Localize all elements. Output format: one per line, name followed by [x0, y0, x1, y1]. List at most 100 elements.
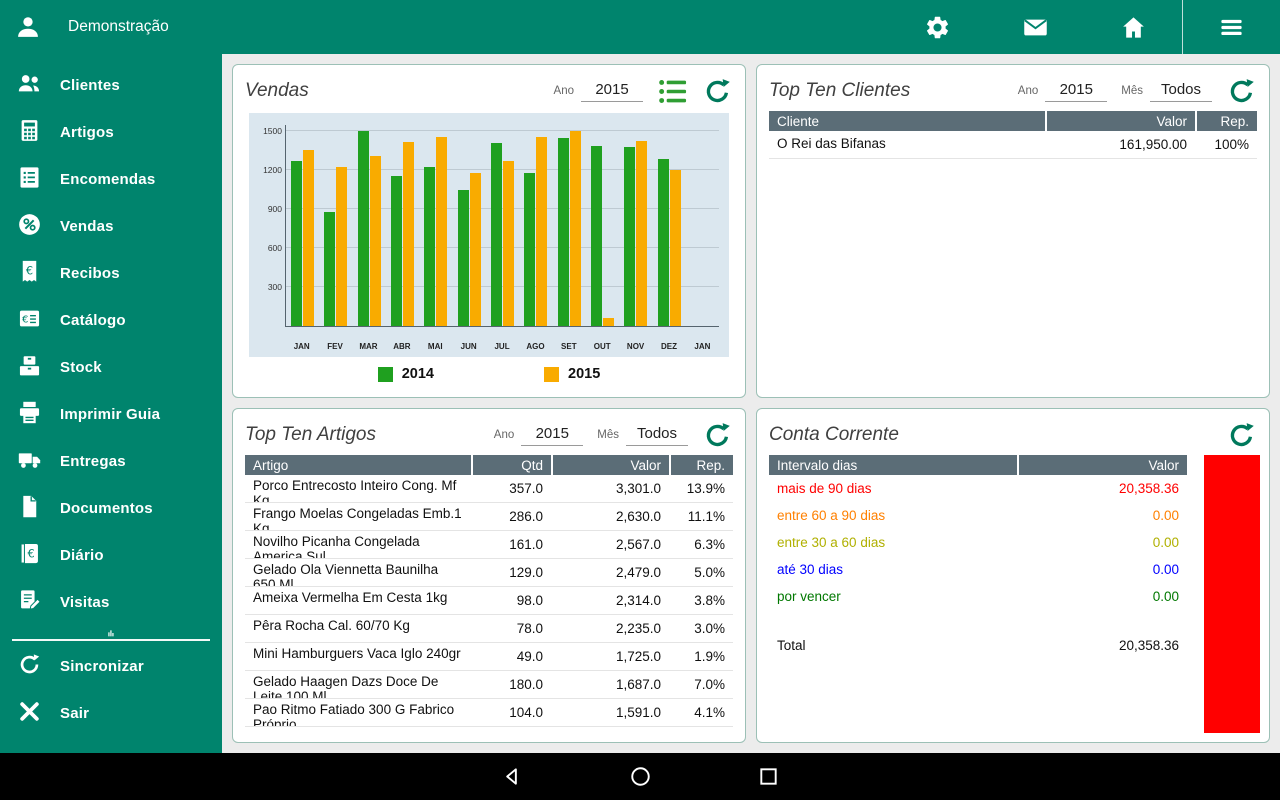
table-row[interactable]: Pêra Rocha Cal. 60/70 Kg78.02,235.03.0%	[245, 615, 733, 643]
app-title: Demonstração	[68, 18, 169, 36]
artigos-card-header: Top Ten Artigos Ano 2015 Mês Todos	[245, 415, 733, 455]
ano-label: Ano	[494, 429, 514, 441]
artigo-name-cell: Gelado Ola Viennetta Baunilha 650 Ml	[245, 559, 471, 587]
top-app-bar: Demonstração	[0, 0, 1280, 54]
home-icon[interactable]	[1084, 0, 1182, 54]
aging-total-row: Total 20,358.36	[769, 632, 1187, 653]
table-row[interactable]: Pao Ritmo Fatiado 300 G Fabrico Próprio1…	[245, 699, 733, 727]
sidebar-item-label: Catálogo	[60, 312, 126, 329]
refresh-icon[interactable]	[1226, 76, 1257, 107]
menu-icon[interactable]	[1182, 0, 1280, 54]
bar-2014	[524, 173, 535, 326]
calculator-icon	[16, 117, 43, 149]
table-row[interactable]: Frango Moelas Congeladas Emb.1 Kg286.02,…	[245, 503, 733, 531]
sidebar-item-diario[interactable]: €Diário	[0, 532, 222, 579]
bar-2014	[391, 176, 402, 326]
bar-2014	[291, 161, 302, 326]
legend-swatch	[378, 367, 393, 382]
qtd-cell: 286.0	[473, 503, 551, 531]
ano-select[interactable]: 2015	[581, 81, 643, 102]
bar-2015	[536, 137, 547, 326]
back-icon[interactable]	[448, 765, 576, 788]
sidebar-item-label: Imprimir Guia	[60, 406, 160, 423]
valor-cell: 161,950.00	[1047, 131, 1195, 158]
artigos-table-header: Artigo Qtd Valor Rep.	[245, 455, 733, 475]
valor-cell: 2,630.0	[553, 503, 669, 531]
x-axis-label: ABR	[385, 342, 418, 351]
document-icon	[16, 493, 43, 525]
sidebar-item-catalogo[interactable]: €Catálogo	[0, 297, 222, 344]
bar-group	[286, 125, 319, 326]
artigo-name-cell: Pêra Rocha Cal. 60/70 Kg	[245, 615, 471, 642]
android-nav-bar	[0, 753, 1280, 800]
table-row[interactable]: Ameixa Vermelha Em Cesta 1kg98.02,314.03…	[245, 587, 733, 615]
sidebar-divider-handle-icon	[12, 628, 210, 638]
refresh-icon[interactable]	[1226, 420, 1257, 451]
list-icon[interactable]	[657, 76, 688, 107]
mes-select[interactable]: Todos	[1150, 81, 1212, 102]
bar-2015	[503, 161, 514, 326]
refresh-icon[interactable]	[702, 420, 733, 451]
valor-cell: 3,301.0	[553, 475, 669, 503]
sidebar-item-sair[interactable]: Sair	[0, 690, 222, 737]
chart-plot-area: 30060090012001500	[285, 125, 719, 327]
qtd-cell: 180.0	[473, 671, 551, 699]
aging-row: por vencer0.00	[769, 583, 1187, 610]
artigos-table-body: Porco Entrecosto Inteiro Cong. Mf Kg357.…	[245, 475, 733, 727]
artigo-name-cell: Porco Entrecosto Inteiro Cong. Mf Kg	[245, 475, 471, 503]
user-icon[interactable]	[0, 0, 56, 54]
vendas-chart: 30060090012001500 JANFEVMARABRMAIJUNJULA…	[249, 113, 729, 357]
valor-cell: 1,725.0	[553, 643, 669, 670]
table-row[interactable]: Mini Hamburguers Vaca Iglo 240gr49.01,72…	[245, 643, 733, 671]
bar-group	[553, 125, 586, 326]
sidebar-item-entregas[interactable]: Entregas	[0, 438, 222, 485]
sidebar-item-recibos[interactable]: €Recibos	[0, 250, 222, 297]
sidebar-item-documentos[interactable]: Documentos	[0, 485, 222, 532]
aging-100pct-bar	[1204, 455, 1260, 733]
refresh-icon[interactable]	[702, 76, 733, 107]
bar-2014	[491, 143, 502, 326]
table-row[interactable]: Gelado Ola Viennetta Baunilha 650 Ml129.…	[245, 559, 733, 587]
sidebar-item-label: Entregas	[60, 453, 126, 470]
table-row[interactable]: Novilho Picanha Congelada America Sul161…	[245, 531, 733, 559]
bar-group	[586, 125, 619, 326]
ano-select[interactable]: 2015	[1045, 81, 1107, 102]
home-circle-icon[interactable]	[576, 765, 704, 788]
sidebar-item-sincronizar[interactable]: Sincronizar	[0, 643, 222, 690]
column-header: Qtd	[473, 455, 551, 475]
bar-2015	[670, 170, 681, 326]
cliente-name-cell: O Rei das Bifanas	[769, 131, 1045, 158]
sidebar-item-artigos[interactable]: Artigos	[0, 109, 222, 156]
ano-select[interactable]: 2015	[521, 425, 583, 446]
rep-cell: 1.9%	[671, 643, 733, 670]
sidebar-item-vendas[interactable]: Vendas	[0, 203, 222, 250]
sidebar-item-label: Documentos	[60, 500, 153, 517]
mail-icon[interactable]	[986, 0, 1084, 54]
sidebar-item-label: Artigos	[60, 124, 114, 141]
sidebar-item-encomendas[interactable]: Encomendas	[0, 156, 222, 203]
svg-text:€: €	[27, 547, 34, 560]
bar-2014	[591, 146, 602, 326]
aging-valor-cell: 0.00	[1019, 556, 1187, 583]
mes-select[interactable]: Todos	[626, 425, 688, 446]
y-axis-tick-label: 1500	[253, 126, 282, 136]
sidebar-item-clientes[interactable]: Clientes	[0, 62, 222, 109]
chart-x-axis: JANFEVMARABRMAIJUNJULAGOSETOUTNOVDEZJAN	[285, 342, 719, 351]
bar-groups	[286, 125, 719, 326]
sidebar-item-stock[interactable]: Stock	[0, 344, 222, 391]
table-row[interactable]: Gelado Haagen Dazs Doce De Leite 100 Ml1…	[245, 671, 733, 699]
table-row[interactable]: O Rei das Bifanas161,950.00100%	[769, 131, 1257, 159]
x-axis-label: FEV	[318, 342, 351, 351]
x-axis-label: DEZ	[652, 342, 685, 351]
sidebar-item-imprimir-guia[interactable]: Imprimir Guia	[0, 391, 222, 438]
gear-icon[interactable]	[888, 0, 986, 54]
recents-icon[interactable]	[704, 765, 832, 788]
qtd-cell: 78.0	[473, 615, 551, 642]
clientes-card-header: Top Ten Clientes Ano 2015 Mês Todos	[769, 71, 1257, 111]
table-row[interactable]: Porco Entrecosto Inteiro Cong. Mf Kg357.…	[245, 475, 733, 503]
bar-2015	[436, 137, 447, 326]
chart-legend: 20142015	[245, 357, 733, 382]
sidebar-item-label: Sincronizar	[60, 658, 144, 675]
sidebar-item-visitas[interactable]: Visitas	[0, 579, 222, 626]
aging-row: entre 30 a 60 dias0.00	[769, 529, 1187, 556]
